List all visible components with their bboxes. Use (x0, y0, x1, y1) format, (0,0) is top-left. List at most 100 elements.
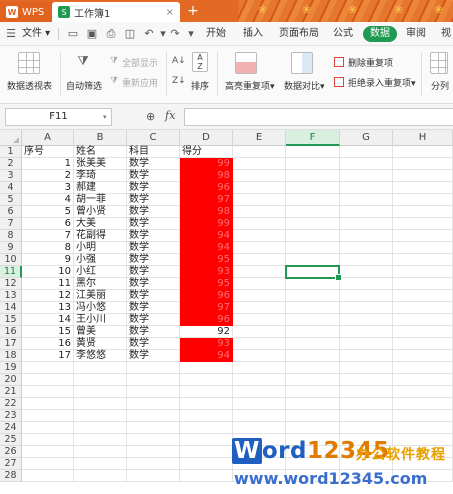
formula-input[interactable] (184, 108, 453, 126)
empty-cell[interactable] (340, 314, 393, 326)
name-box-dropdown-icon[interactable]: ▾ (103, 108, 112, 126)
cell-index[interactable]: 6 (22, 218, 74, 230)
empty-cell[interactable] (286, 206, 340, 218)
empty-cell[interactable] (340, 266, 393, 278)
empty-cell[interactable] (233, 290, 286, 302)
empty-cell[interactable] (286, 350, 340, 362)
empty-cell[interactable] (286, 146, 340, 158)
empty-cell[interactable] (286, 314, 340, 326)
row-header[interactable]: 14 (0, 302, 22, 314)
empty-cell[interactable] (180, 458, 233, 470)
column-header-c[interactable]: C (127, 130, 180, 146)
redo-icon[interactable]: ↷ (168, 27, 182, 41)
cell-index[interactable]: 12 (22, 290, 74, 302)
empty-cell[interactable] (22, 470, 74, 482)
cell-score[interactable]: 96 (180, 314, 233, 326)
cell-subject[interactable]: 数学 (127, 254, 180, 266)
empty-cell[interactable] (180, 422, 233, 434)
header-cell[interactable]: 序号 (22, 146, 74, 158)
empty-cell[interactable] (393, 338, 453, 350)
empty-cell[interactable] (340, 362, 393, 374)
cell-subject[interactable]: 数学 (127, 278, 180, 290)
close-tab-icon[interactable]: × (166, 7, 174, 18)
empty-cell[interactable] (127, 422, 180, 434)
empty-cell[interactable] (286, 374, 340, 386)
row-header[interactable]: 11 (0, 266, 22, 278)
empty-cell[interactable] (286, 218, 340, 230)
sort-descending-icon[interactable]: Z↓ (172, 76, 186, 86)
cell-index[interactable]: 17 (22, 350, 74, 362)
cell-score[interactable]: 97 (180, 194, 233, 206)
empty-cell[interactable] (340, 302, 393, 314)
row-header[interactable]: 3 (0, 170, 22, 182)
empty-cell[interactable] (393, 158, 453, 170)
cell-score[interactable]: 95 (180, 278, 233, 290)
cell-score[interactable]: 98 (180, 170, 233, 182)
empty-cell[interactable] (286, 386, 340, 398)
column-header-b[interactable]: B (74, 130, 127, 146)
empty-cell[interactable] (233, 158, 286, 170)
cell-score[interactable]: 94 (180, 230, 233, 242)
empty-cell[interactable] (286, 158, 340, 170)
column-header-h[interactable]: H (393, 130, 453, 146)
empty-cell[interactable] (393, 194, 453, 206)
cell-subject[interactable]: 数学 (127, 338, 180, 350)
sort-ascending-icon[interactable]: A↓ (172, 56, 186, 66)
row-header[interactable]: 28 (0, 470, 22, 482)
row-header[interactable]: 23 (0, 410, 22, 422)
empty-cell[interactable] (393, 374, 453, 386)
row-header[interactable]: 26 (0, 446, 22, 458)
cell-name[interactable]: 冯小悠 (74, 302, 127, 314)
empty-cell[interactable] (393, 362, 453, 374)
empty-cell[interactable] (393, 422, 453, 434)
tab-view[interactable]: 视 (441, 26, 451, 42)
tab-page-layout[interactable]: 页面布局 (279, 26, 319, 42)
cell-score[interactable]: 98 (180, 206, 233, 218)
cell-subject[interactable]: 数学 (127, 230, 180, 242)
cell-index[interactable]: 7 (22, 230, 74, 242)
empty-cell[interactable] (286, 242, 340, 254)
cell-name[interactable]: 张美美 (74, 158, 127, 170)
empty-cell[interactable] (286, 194, 340, 206)
empty-cell[interactable] (127, 410, 180, 422)
customize-quickbar-icon[interactable]: ▾ (184, 27, 198, 41)
empty-cell[interactable] (74, 398, 127, 410)
empty-cell[interactable] (340, 350, 393, 362)
empty-cell[interactable] (340, 254, 393, 266)
cell-name[interactable]: 李琦 (74, 170, 127, 182)
cell-name[interactable]: 黄贤 (74, 338, 127, 350)
empty-cell[interactable] (180, 398, 233, 410)
cell-subject[interactable]: 数学 (127, 266, 180, 278)
empty-cell[interactable] (393, 326, 453, 338)
empty-cell[interactable] (127, 374, 180, 386)
cell-subject[interactable]: 数学 (127, 170, 180, 182)
cell-name[interactable]: 大美 (74, 218, 127, 230)
empty-cell[interactable] (286, 326, 340, 338)
empty-cell[interactable] (127, 470, 180, 482)
empty-cell[interactable] (233, 266, 286, 278)
cell-index[interactable]: 10 (22, 266, 74, 278)
cell-score[interactable]: 95 (180, 254, 233, 266)
cell-index[interactable]: 1 (22, 158, 74, 170)
empty-cell[interactable] (127, 458, 180, 470)
empty-cell[interactable] (233, 242, 286, 254)
empty-cell[interactable] (22, 374, 74, 386)
tab-review[interactable]: 审阅 (406, 26, 426, 42)
empty-cell[interactable] (127, 362, 180, 374)
empty-cell[interactable] (393, 230, 453, 242)
cell-name[interactable]: 黑尔 (74, 278, 127, 290)
empty-cell[interactable] (74, 434, 127, 446)
row-header[interactable]: 25 (0, 434, 22, 446)
cell-score[interactable]: 96 (180, 290, 233, 302)
empty-cell[interactable] (340, 410, 393, 422)
wps-home-tab[interactable]: W WPS (0, 2, 52, 22)
row-header[interactable]: 4 (0, 182, 22, 194)
cell-index[interactable]: 15 (22, 326, 74, 338)
cell-score[interactable]: 99 (180, 158, 233, 170)
empty-cell[interactable] (22, 446, 74, 458)
empty-cell[interactable] (340, 338, 393, 350)
cell-subject[interactable]: 数学 (127, 350, 180, 362)
empty-cell[interactable] (233, 338, 286, 350)
file-menu[interactable]: 文件 ▾ (22, 26, 50, 42)
column-header-d[interactable]: D (180, 130, 233, 146)
